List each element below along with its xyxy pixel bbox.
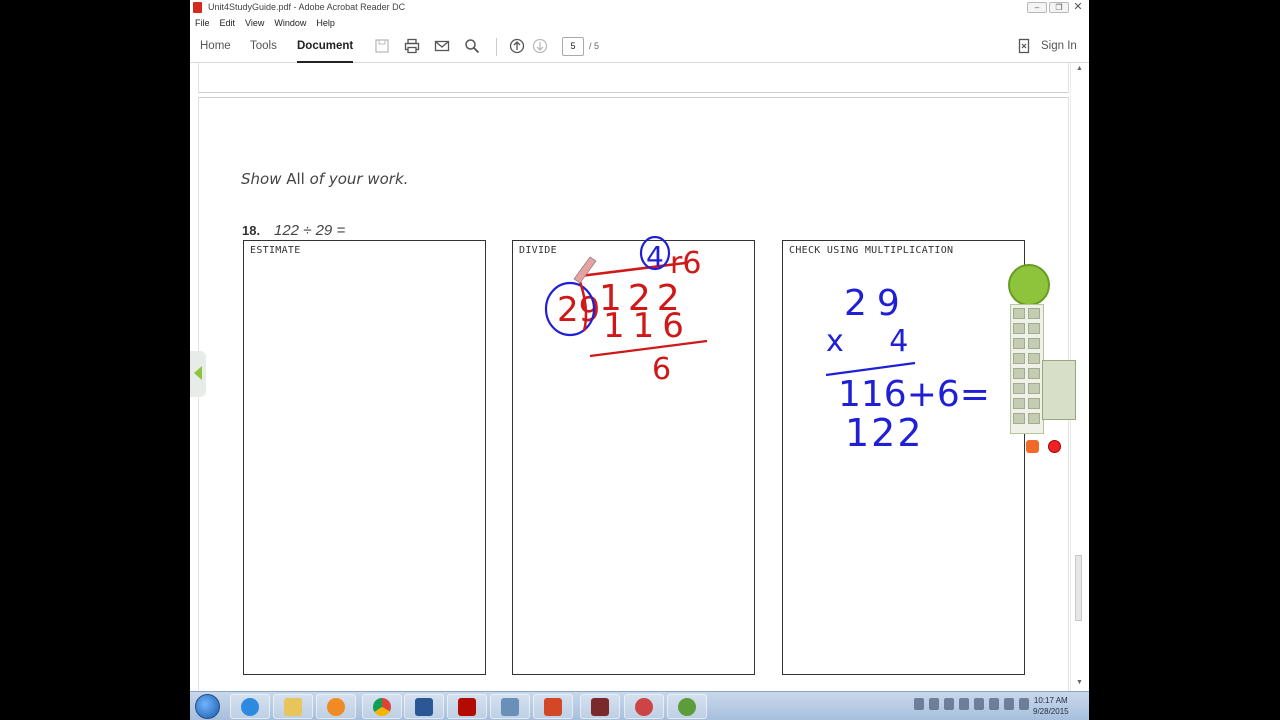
taskbar: 10:17 AM 9/28/2015 [190, 691, 1089, 720]
tray-sound-icon[interactable] [1004, 698, 1014, 710]
taskbar-study-app-icon[interactable] [667, 694, 707, 719]
toolbar: Home Tools Document 5 / 5 Sign In [190, 30, 1089, 63]
clear-tool-icon[interactable] [1028, 413, 1040, 424]
clock-date: 9/28/2015 [1033, 707, 1069, 716]
menu-file[interactable]: File [195, 18, 210, 28]
acrobat-window: Unit4StudyGuide.pdf - Adobe Acrobat Read… [190, 0, 1089, 720]
annotation-tool-grid [1013, 308, 1040, 424]
tray-flag-icon[interactable] [914, 698, 924, 710]
handwritten-difference: 6 [652, 352, 671, 387]
taskbar-snipping-icon[interactable] [490, 694, 530, 719]
pdf-icon [193, 2, 202, 13]
tray-input-icon[interactable] [1019, 698, 1029, 710]
restore-button[interactable]: ❐ [1049, 2, 1069, 13]
taskbar-screen-tool-icon[interactable] [624, 694, 664, 719]
title-bar: Unit4StudyGuide.pdf - Adobe Acrobat Read… [190, 0, 1089, 15]
previous-page-icon[interactable] [509, 38, 525, 54]
search-icon[interactable] [464, 38, 480, 54]
taskbar-printer-icon[interactable] [580, 694, 620, 719]
eraser-tool-icon[interactable] [1013, 383, 1025, 394]
pencil-cursor-icon [573, 256, 597, 284]
scroll-thumb[interactable] [1075, 555, 1082, 621]
print-icon[interactable] [404, 38, 420, 54]
minimize-button[interactable]: – [1027, 2, 1047, 13]
save-icon[interactable] [374, 38, 390, 54]
menu-view[interactable]: View [245, 18, 264, 28]
handwritten-product: 116 [603, 306, 692, 346]
tray-security-icon[interactable] [959, 698, 969, 710]
close-button[interactable]: ✕ [1071, 2, 1085, 13]
taskbar-media-player-icon[interactable] [316, 694, 356, 719]
stop-button[interactable] [1026, 440, 1039, 453]
next-page-icon[interactable] [532, 38, 548, 54]
expand-arrow-icon [194, 366, 202, 380]
annotation-toolbar-logo-icon[interactable] [1008, 264, 1050, 306]
menu-help[interactable]: Help [316, 18, 335, 28]
zoom-tool-icon[interactable] [1028, 383, 1040, 394]
undo-tool-icon[interactable] [1028, 308, 1040, 319]
window-title: Unit4StudyGuide.pdf - Adobe Acrobat Read… [208, 2, 406, 12]
clock-time: 10:17 AM [1033, 696, 1068, 705]
rectangle-tool-icon[interactable] [1013, 323, 1025, 334]
side-panel-toggle[interactable] [190, 351, 206, 397]
menu-bar: File Edit View Window Help [190, 15, 335, 30]
handwritten-check-line4: 122 [845, 411, 924, 455]
tab-document[interactable]: Document [297, 40, 353, 52]
share-file-icon[interactable] [1016, 38, 1032, 54]
start-button[interactable] [195, 694, 220, 719]
sign-in-link[interactable]: Sign In [1041, 40, 1077, 52]
camera-panel-icon[interactable] [1042, 360, 1076, 420]
annotation-toolbar[interactable] [1008, 264, 1082, 464]
line-tool-icon[interactable] [1013, 338, 1025, 349]
handwritten-check-line2: x 4 [826, 324, 926, 359]
marker-tool-icon[interactable] [1028, 338, 1040, 349]
scroll-up-icon[interactable]: ▲ [1076, 65, 1083, 72]
color-tool-icon[interactable] [1013, 398, 1025, 409]
taskbar-ie-icon[interactable] [230, 694, 270, 719]
taskbar-acrobat-icon[interactable] [447, 694, 487, 719]
text-tool-icon[interactable] [1028, 353, 1040, 364]
tab-home[interactable]: Home [200, 40, 231, 52]
record-button[interactable] [1048, 440, 1061, 453]
document-viewport: Show All of your work. 18. 122 ÷ 29 = ES… [190, 63, 1089, 691]
taskbar-word-icon[interactable] [404, 694, 444, 719]
pen-tool-icon[interactable] [1028, 323, 1040, 334]
handwritten-remainder: r6 [670, 246, 701, 281]
page-number-input[interactable]: 5 [562, 37, 584, 56]
handwritten-check-line3: 116+6= [838, 374, 990, 415]
tab-tools[interactable]: Tools [250, 40, 277, 52]
taskbar-chrome-icon[interactable] [362, 694, 402, 719]
taskbar-powerpoint-icon[interactable] [533, 694, 573, 719]
taskbar-explorer-icon[interactable] [273, 694, 313, 719]
brush-tool-icon[interactable] [1028, 368, 1040, 379]
scroll-down-icon[interactable]: ▼ [1076, 679, 1083, 686]
tray-battery-icon[interactable] [974, 698, 984, 710]
page-total: / 5 [589, 41, 600, 51]
screen-tool-icon[interactable] [1013, 413, 1025, 424]
tray-network-icon[interactable] [989, 698, 999, 710]
select-tool-icon[interactable] [1013, 308, 1025, 319]
record-controls [1020, 436, 1080, 458]
tray-volume-icon[interactable] [944, 698, 954, 710]
width-tool-icon[interactable] [1028, 398, 1040, 409]
handwriting-layer: 29 122 4 r6 116 6 29 x 4 116+6= 122 [544, 235, 990, 455]
shape-tool-icon[interactable] [1013, 353, 1025, 364]
menu-window[interactable]: Window [274, 18, 306, 28]
highlighter-tool-icon[interactable] [1013, 368, 1025, 379]
taskbar-clock[interactable]: 10:17 AM 9/28/2015 [1033, 695, 1069, 717]
menu-edit[interactable]: Edit [220, 18, 236, 28]
email-icon[interactable] [434, 38, 450, 54]
system-tray [914, 698, 1029, 710]
handwritten-check-line1: 29 [844, 283, 910, 324]
tray-bluetooth-icon[interactable] [929, 698, 939, 710]
toolbar-divider [496, 38, 497, 56]
